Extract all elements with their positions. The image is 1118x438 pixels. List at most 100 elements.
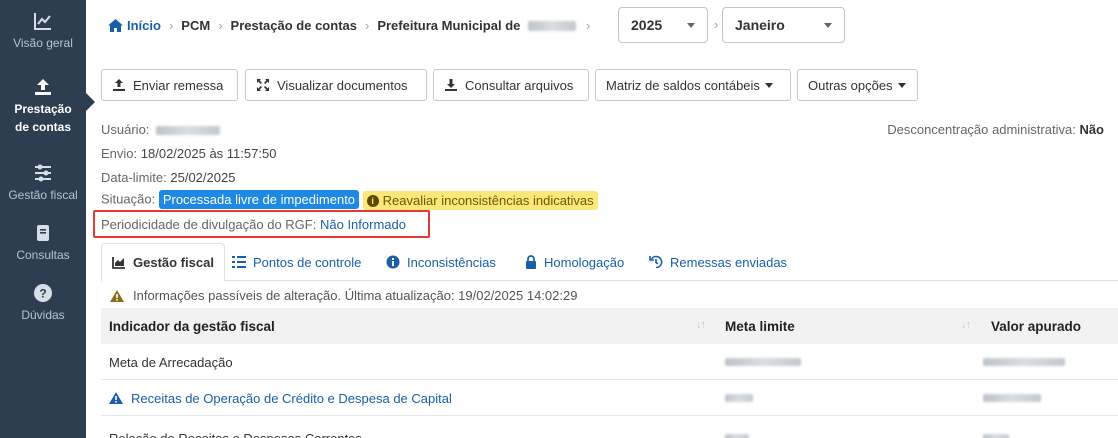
redacted-value (983, 394, 1041, 402)
sidebar-item-prestacao-de-contas[interactable]: Prestação de contas (0, 76, 86, 136)
breadcrumb-item[interactable]: PCM (181, 18, 210, 33)
sidebar-item-consultas[interactable]: Consultas (0, 222, 86, 264)
tab-homologacao[interactable]: Homologação (525, 243, 624, 281)
tab-pontos-de-controle[interactable]: Pontos de controle (232, 243, 361, 281)
breadcrumb-home[interactable]: Início (108, 18, 161, 33)
deconcentration-value: Não (1079, 122, 1104, 137)
info-icon: i (366, 194, 379, 207)
status-badge: Processada livre de impedimento (158, 189, 360, 209)
redacted-value (983, 358, 1065, 366)
table-row[interactable]: Relação de Receitas e Despesas Correntes (101, 416, 1118, 438)
balances-matrix-dropdown[interactable]: Matriz de saldos contábeis (595, 69, 791, 101)
sliders-icon (0, 162, 86, 184)
sidebar-item-label: Visão geral (13, 36, 73, 50)
breadcrumb-item-label: Prefeitura Municipal de (377, 17, 521, 33)
redacted-user (156, 126, 221, 136)
table-header: Indicador da gestão fiscal ↓↑ Meta limit… (101, 308, 1118, 344)
list-icon (232, 256, 246, 268)
indicator-link[interactable]: Receitas de Operação de Crédito e Despes… (109, 391, 452, 406)
tab-label: Gestão fiscal (133, 255, 214, 270)
warning-badge-label: Reavaliar inconsistências indicativas (382, 193, 594, 208)
tab-label: Remessas enviadas (670, 254, 788, 270)
view-documents-label: Visualizar documentos (277, 77, 408, 93)
warning-icon (109, 392, 123, 404)
tab-inconsistencias[interactable]: Inconsistências (386, 243, 496, 281)
other-options-dropdown[interactable]: Outras opções (797, 69, 918, 101)
sidebar-item-label: Dúvidas (21, 308, 65, 322)
tab-label: Inconsistências (407, 254, 496, 270)
caret-down-icon (764, 82, 773, 88)
warning-badge: i Reavaliar inconsistências indicativas (362, 191, 598, 210)
month-select-value: Janeiro (735, 17, 785, 33)
valor-cell (983, 344, 1065, 380)
deadline-value: 25/02/2025 (170, 170, 236, 185)
deconcentration-info: Desconcentração administrativa: Não (887, 122, 1104, 137)
expand-icon (256, 78, 270, 92)
tab-gestao-fiscal[interactable]: Gestão fiscal (101, 243, 225, 282)
redacted-value (725, 358, 801, 366)
meta-cell (725, 420, 749, 438)
book-icon (0, 222, 86, 244)
indicator-cell: Meta de Arrecadação (109, 354, 233, 370)
user-info: Usuário: (101, 122, 221, 137)
sort-icon[interactable]: ↓↑ (696, 319, 706, 331)
table-row[interactable]: Receitas de Operação de Crédito e Despes… (101, 380, 1118, 416)
valor-cell (983, 380, 1041, 416)
chevron-right-icon: › (168, 17, 174, 33)
column-header-indicator[interactable]: Indicador da gestão fiscal (109, 308, 275, 344)
user-label: Usuário: (101, 122, 150, 137)
sent-info: Envio: 18/02/2025 às 11:57:50 (101, 146, 276, 161)
chevron-right-icon: › (714, 17, 719, 32)
column-header-meta[interactable]: Meta limite (725, 308, 795, 344)
status-info: Situação: Processada livre de impediment… (101, 189, 598, 210)
breadcrumb-item: Prefeitura Municipal de (377, 18, 576, 33)
sidebar-item-gestao-fiscal[interactable]: Gestão fiscal (0, 162, 86, 204)
upload-icon (0, 76, 86, 98)
sort-icon[interactable]: ↓↑ (961, 319, 971, 331)
status-label: Situação: (101, 191, 156, 207)
year-select[interactable]: 2025 (618, 7, 708, 43)
indicator-cell: Relação de Receitas e Despesas Correntes (109, 430, 362, 438)
sidebar-item-duvidas[interactable]: ? Dúvidas (0, 282, 86, 324)
send-remessa-label: Enviar remessa (133, 77, 224, 93)
redacted-value (725, 434, 749, 438)
info-icon (386, 255, 400, 269)
deadline-label: Data-limite: (101, 170, 167, 185)
chevron-right-icon: › (364, 17, 370, 33)
query-files-label: Consultar arquivos (465, 77, 574, 93)
table-row[interactable]: Meta de Arrecadação (101, 344, 1118, 380)
chart-area-icon (112, 256, 126, 269)
indicator-link-label: Receitas de Operação de Crédito e Despes… (131, 390, 452, 406)
sent-value: 18/02/2025 às 11:57:50 (140, 146, 277, 161)
chevron-right-icon: › (218, 17, 223, 33)
balances-matrix-label: Matriz de saldos contábeis (606, 77, 760, 93)
chart-line-icon (0, 10, 86, 32)
month-select[interactable]: Janeiro (722, 7, 845, 43)
caret-down-icon (897, 82, 906, 88)
active-indicator (86, 93, 95, 111)
warning-icon (110, 289, 124, 302)
tab-bar: Gestão fiscal Pontos de controle Inconsi… (101, 243, 1118, 282)
column-header-valor[interactable]: Valor apurado (991, 308, 1081, 344)
sidebar: Visão geral Prestação de contas Gestão f… (0, 0, 86, 438)
breadcrumb-item[interactable]: Prestação de contas (231, 18, 357, 33)
chevron-down-icon (687, 23, 695, 28)
redacted-value (983, 434, 1009, 438)
send-remessa-button[interactable]: Enviar remessa (101, 69, 238, 101)
sidebar-item-label: Gestão fiscal (8, 188, 78, 202)
query-files-button[interactable]: Consultar arquivos (433, 69, 589, 101)
sidebar-item-visao-geral[interactable]: Visão geral (0, 10, 86, 52)
history-icon (649, 255, 663, 269)
sidebar-item-label: Prestação de contas (14, 102, 72, 134)
tab-label: Pontos de controle (253, 254, 362, 270)
redacted-text (528, 21, 576, 32)
chevron-down-icon (824, 23, 832, 28)
meta-cell (725, 344, 801, 380)
tab-remessas-enviadas[interactable]: Remessas enviadas (649, 243, 787, 281)
indicator-cell: Receitas de Operação de Crédito e Despes… (109, 380, 452, 416)
sent-label: Envio: (101, 146, 138, 161)
view-documents-button[interactable]: Visualizar documentos (245, 69, 427, 101)
valor-cell (983, 420, 1009, 438)
chevron-right-icon: › (586, 17, 591, 33)
tab-label: Homologação (544, 254, 625, 270)
